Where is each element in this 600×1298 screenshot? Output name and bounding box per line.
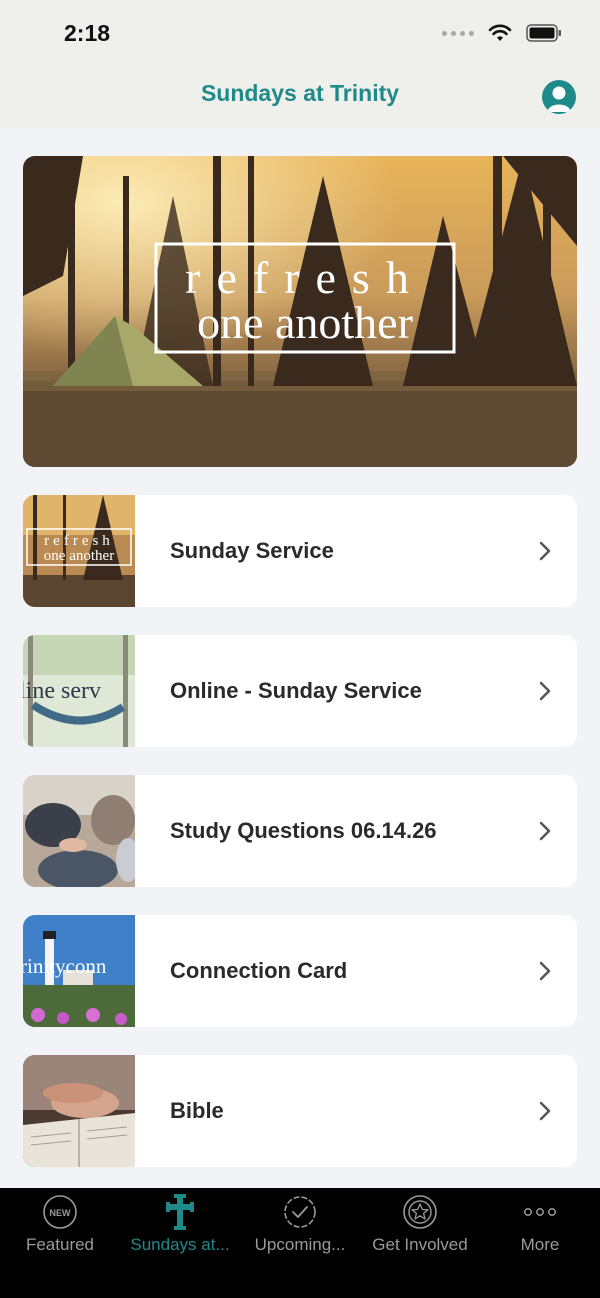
cross-icon [166,1194,194,1230]
list-item-label: Sunday Service [170,538,334,563]
profile-button[interactable] [542,80,576,114]
battery-icon [526,24,561,42]
chevron-right-icon [539,961,551,981]
chevron-right-icon [539,541,551,561]
list-item-bible[interactable]: Bible [23,1055,577,1167]
chevron-right-icon [539,681,551,701]
svg-text:NEW: NEW [50,1208,72,1218]
list-item-label: Connection Card [170,958,348,983]
status-icons [442,24,562,42]
status-bar: 2:18 [0,0,600,64]
online-service-thumbnail: line serv [23,635,135,747]
list-item-label: Bible [170,1098,224,1123]
list-item-sunday-service[interactable]: refresh one another Sunday Service [23,495,577,607]
star-badge-icon [403,1195,437,1229]
hero-title-line2: one another [197,297,413,348]
hero-image: refresh one another [23,156,577,467]
svg-text:line serv: line serv [23,678,101,704]
sunday-service-thumbnail: refresh one another [23,495,135,607]
list-item-connection-card[interactable]: rinityconn Connection Card [23,915,577,1027]
list-item-study-questions[interactable]: Study Questions 06.14.26 [23,775,577,887]
bible-thumbnail [23,1055,135,1167]
more-dots-icon [524,1208,556,1216]
new-badge-icon: NEW [43,1195,77,1229]
profile-icon [547,86,571,112]
chevron-right-icon [539,1101,551,1121]
tab-label: Get Involved [372,1235,468,1254]
tab-label: Sundays at... [130,1235,230,1254]
chevron-right-icon [539,821,551,841]
tab-more[interactable]: More [480,1188,600,1298]
list-item-label: Online - Sunday Service [170,678,422,703]
svg-text:rinityconn: rinityconn [23,954,107,978]
list-item-online-sunday-service[interactable]: line serv Online - Sunday Service [23,635,577,747]
tab-sundays[interactable]: Sundays at... [120,1188,240,1298]
svg-text:refresh: refresh [44,533,114,549]
check-seal-icon [284,1196,316,1228]
hero-title-line1: refresh [185,252,425,303]
hero-banner[interactable]: refresh one another [23,156,577,467]
nav-bar: Sundays at Trinity [0,64,600,128]
list-item-label: Study Questions 06.14.26 [170,818,437,843]
tab-featured[interactable]: NEW Featured [0,1188,120,1298]
connection-card-thumbnail: rinityconn [23,915,135,1027]
status-time: 2:18 [64,20,111,46]
tab-get-involved[interactable]: Get Involved [360,1188,480,1298]
tab-label: Featured [25,1235,95,1254]
wifi-icon [488,24,512,41]
svg-text:one another: one another [44,548,114,564]
study-questions-thumbnail [23,775,135,887]
signal-dots-icon [442,30,474,36]
tab-label: More [520,1235,560,1254]
tab-bar: NEW Featured Sundays at... Upcoming... G… [0,1188,600,1298]
tab-upcoming[interactable]: Upcoming... [240,1188,360,1298]
page-title: Sundays at Trinity [200,80,400,106]
tab-label: Upcoming... [254,1235,346,1254]
